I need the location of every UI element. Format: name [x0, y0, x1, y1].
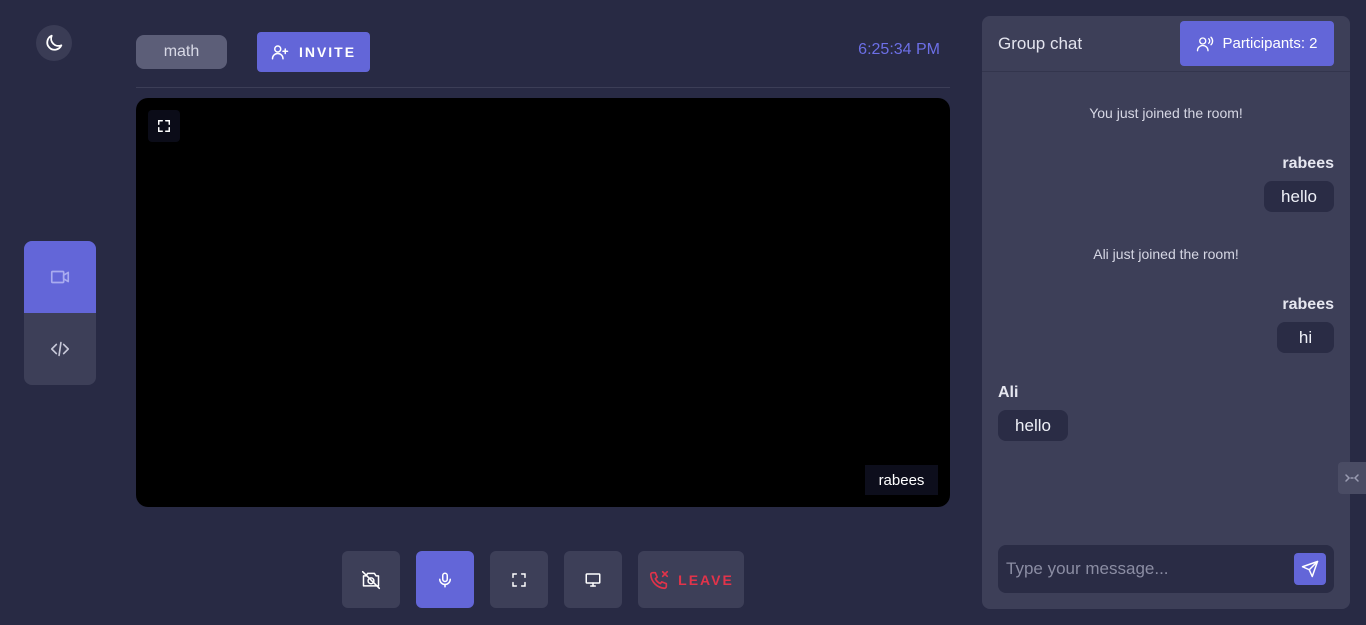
screen-share-icon [585, 572, 601, 587]
participants-button[interactable]: Participants: 2 [1180, 21, 1334, 66]
participants-label: Participants: 2 [1222, 35, 1318, 52]
video-stage [136, 98, 950, 507]
system-message: Ali just joined the room! [1093, 246, 1239, 262]
invite-button-label: INVITE [298, 44, 357, 60]
add-user-icon [271, 45, 289, 60]
system-message: You just joined the room! [1089, 105, 1243, 121]
expand-icon [158, 120, 170, 132]
fullscreen-button[interactable] [490, 551, 548, 608]
side-toolbar [24, 241, 96, 385]
video-participant-name: rabees [865, 465, 938, 495]
collapse-icon [1345, 474, 1359, 482]
chat-title: Group chat [998, 34, 1083, 53]
video-fullscreen-button[interactable] [148, 110, 180, 142]
code-icon [50, 341, 70, 357]
moon-icon [46, 34, 63, 51]
video-mode-button[interactable] [24, 241, 96, 313]
toggle-microphone-button[interactable] [416, 551, 474, 608]
video-camera-icon [50, 270, 70, 284]
toggle-camera-button[interactable] [342, 551, 400, 608]
message-bubble: hello [998, 410, 1068, 441]
camera-off-icon [361, 570, 381, 589]
side-panel-toggle[interactable] [1338, 462, 1366, 494]
leave-call-icon [650, 570, 669, 589]
fullscreen-icon [512, 572, 526, 587]
message-sender: Ali [998, 384, 1019, 401]
leave-call-button[interactable]: LEAVE [638, 551, 744, 608]
send-message-button[interactable] [1294, 553, 1326, 585]
message-bubble: hi [1277, 322, 1334, 353]
invite-button[interactable]: INVITE [257, 32, 370, 72]
current-time: 6:25:34 PM [858, 41, 940, 58]
room-name-badge: math [136, 35, 227, 69]
code-mode-button[interactable] [24, 313, 96, 385]
message-bubble: hello [1264, 181, 1334, 212]
leave-button-label: LEAVE [678, 571, 734, 588]
message-sender: rabees [1282, 296, 1334, 313]
room-name-label: math [163, 43, 200, 60]
screen-share-button[interactable] [564, 551, 622, 608]
theme-toggle-button[interactable] [36, 25, 72, 61]
chat-header-divider [982, 71, 1350, 72]
send-icon [1301, 560, 1319, 578]
microphone-icon [439, 572, 451, 587]
message-sender: rabees [1282, 155, 1334, 172]
message-input[interactable] [1006, 553, 1286, 585]
header-divider [136, 87, 950, 88]
participants-icon [1197, 36, 1214, 51]
